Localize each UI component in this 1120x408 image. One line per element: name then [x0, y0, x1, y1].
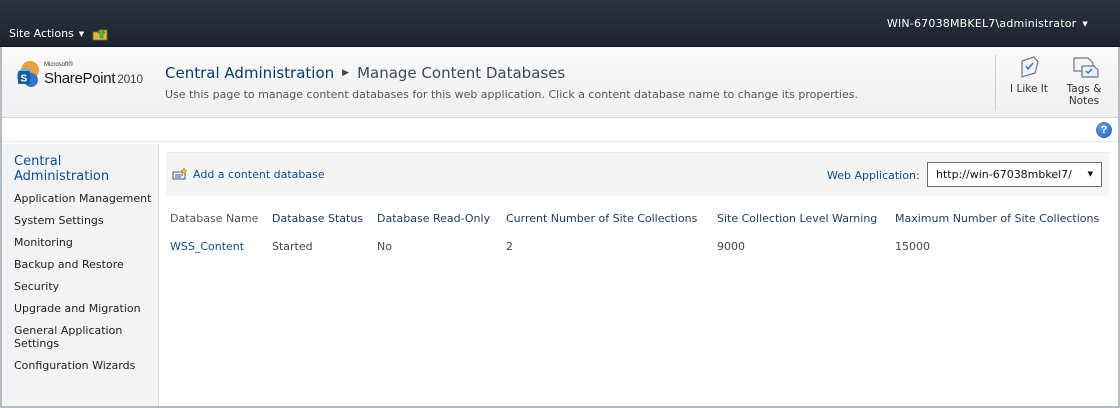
- tags-notes-label-1: Tags &: [1066, 83, 1102, 95]
- quick-launch: Central Administration Application Manag…: [2, 144, 159, 406]
- sharepoint-logo-icon: S: [17, 61, 39, 87]
- i-like-it-icon: [1021, 56, 1039, 78]
- divider: [995, 55, 996, 111]
- nav-item-application-management[interactable]: Application Management: [14, 192, 151, 206]
- nav-item-system-settings[interactable]: System Settings: [14, 214, 104, 228]
- chevron-down-icon: ▼: [78, 29, 85, 38]
- column-header-site-collection-warning[interactable]: Site Collection Level Warning: [717, 212, 877, 225]
- add-content-database-link[interactable]: Add a content database: [172, 167, 325, 181]
- column-header-maximum-site-collections[interactable]: Maximum Number of Site Collections: [895, 212, 1099, 225]
- add-database-icon: [172, 167, 188, 180]
- navigate-up-icon[interactable]: [92, 27, 108, 41]
- i-like-it-button[interactable]: I Like It: [1004, 54, 1054, 95]
- nav-item-configuration-wizards[interactable]: Configuration Wizards: [14, 359, 135, 373]
- column-header-database-status[interactable]: Database Status: [272, 212, 363, 225]
- logo-year: 2010: [117, 72, 143, 86]
- logo-product-text: SharePoint 2010: [44, 70, 143, 87]
- nav-item-label-line2: Settings: [14, 336, 60, 350]
- chevron-down-icon: ▼: [1087, 170, 1093, 178]
- site-collection-warning-cell: 9000: [717, 240, 745, 253]
- column-header-database-name[interactable]: Database Name: [170, 212, 258, 225]
- nav-heading-line2: Administration: [14, 169, 110, 184]
- current-site-collections-cell: 2: [506, 240, 513, 253]
- site-actions-menu[interactable]: Site Actions ▼: [9, 27, 84, 40]
- nav-heading-line1: Central: [14, 154, 62, 169]
- nav-item-monitoring[interactable]: Monitoring: [14, 236, 73, 250]
- toolbar: Add a content database Web Application: …: [166, 152, 1109, 196]
- web-application-value: http://win-67038mbkel7/: [936, 168, 1072, 181]
- svg-text:S: S: [21, 74, 28, 85]
- web-application-select[interactable]: http://win-67038mbkel7/ ▼: [927, 162, 1102, 187]
- maximum-site-collections-cell: 15000: [895, 240, 930, 253]
- tags-notes-label-2: Notes: [1068, 95, 1100, 107]
- nav-item-backup-and-restore[interactable]: Backup and Restore: [14, 258, 124, 272]
- title-area: S Microsoft® SharePoint 2010 Central Admi…: [2, 47, 1118, 118]
- i-like-it-label: I Like It: [1010, 83, 1048, 95]
- nav-item-label-line1: General Application: [14, 324, 123, 337]
- breadcrumb-central-admin[interactable]: Central Administration: [165, 64, 334, 82]
- help-icon[interactable]: ?: [1096, 122, 1112, 138]
- site-actions-label: Site Actions: [9, 27, 74, 40]
- column-header-database-read-only[interactable]: Database Read-Only: [377, 212, 490, 225]
- add-content-database-label: Add a content database: [193, 167, 325, 181]
- logo-microsoft-text: Microsoft®: [44, 62, 73, 68]
- page-title: Manage Content Databases: [357, 64, 566, 82]
- breadcrumb: Central Administration ▶ Manage Content …: [165, 64, 565, 82]
- nav-item-general-application-settings[interactable]: General Application Settings: [14, 324, 123, 350]
- user-name: WIN-67038MBKEL7\administrator: [886, 17, 1077, 30]
- chevron-down-icon: ▼: [1082, 19, 1088, 28]
- ribbon: Site Actions ▼ WIN-67038MBKEL7\administr…: [0, 0, 1120, 47]
- breadcrumb-separator-icon: ▶: [342, 68, 350, 78]
- database-status-cell: Started: [272, 240, 313, 253]
- tags-notes-button[interactable]: Tags & Notes: [1059, 54, 1109, 107]
- tags-notes-icon: [1073, 57, 1099, 78]
- nav-item-upgrade-and-migration[interactable]: Upgrade and Migration: [14, 302, 141, 316]
- column-header-current-site-collections[interactable]: Current Number of Site Collections: [506, 212, 697, 225]
- web-application-label: Web Application:: [827, 169, 920, 182]
- logo-product: SharePoint: [44, 70, 116, 87]
- sharepoint-logo[interactable]: S Microsoft® SharePoint 2010: [14, 59, 158, 91]
- nav-item-security[interactable]: Security: [14, 280, 59, 294]
- page-description: Use this page to manage content database…: [165, 88, 858, 101]
- nav-heading-central-administration[interactable]: Central Administration: [14, 154, 109, 184]
- database-name-link[interactable]: WSS_Content: [170, 240, 244, 253]
- database-read-only-cell: No: [377, 240, 392, 253]
- help-bar: ?: [2, 118, 1118, 142]
- user-menu[interactable]: WIN-67038MBKEL7\administrator ▼: [887, 17, 1088, 30]
